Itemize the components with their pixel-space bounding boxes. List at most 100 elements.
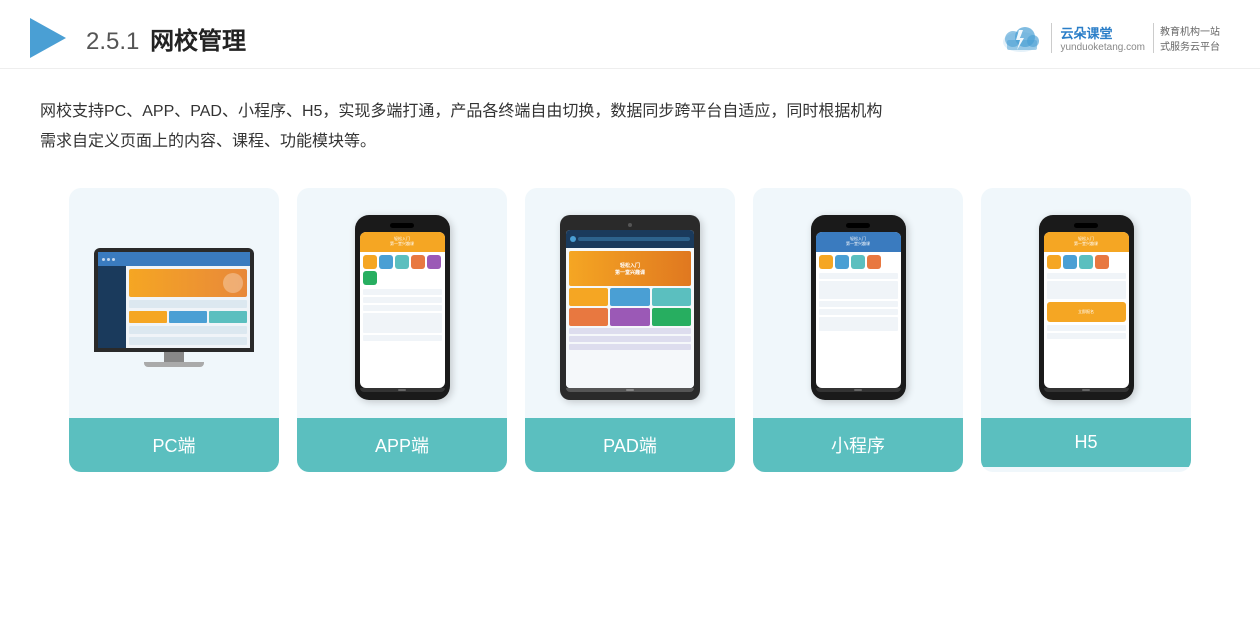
pc-device-area [69, 188, 279, 418]
card-mini-label: 小程序 [753, 418, 963, 472]
desc-line2: 需求自定义页面上的内容、课程、功能模块等。 [40, 133, 376, 150]
brand-slogan: 教育机构一站 式服务云平台 [1153, 23, 1220, 53]
phone-app: 轻松入门第一堂兴趣课 [355, 215, 450, 400]
tablet-grid-6 [652, 308, 691, 326]
phone-notch-h5 [1074, 223, 1098, 228]
phone-banner-text-mini: 轻松入门第一堂兴趣课 [846, 237, 870, 247]
monitor-screen-wrap [94, 248, 254, 352]
tablet-banner: 轻松入门第一堂兴趣课 [569, 251, 691, 286]
pad-device-area: 轻松入门第一堂兴趣课 [525, 188, 735, 418]
pc-monitor [94, 248, 254, 367]
monitor-dot-2 [107, 258, 110, 261]
tablet-topbar [566, 230, 694, 248]
tablet-row-2 [569, 336, 691, 342]
mini-row-2 [819, 281, 898, 299]
h5-device-area: 轻松入门第一堂兴趣课 立即报名 [981, 188, 1191, 418]
tablet-screen: 轻松入门第一堂兴趣课 [566, 230, 694, 388]
brand-slogan-line1: 教育机构一站 [1160, 23, 1220, 38]
phone-topbar-h5: 轻松入门第一堂兴趣课 [1044, 232, 1129, 252]
page-wrapper: 2.5.1 网校管理 云朵课堂 yunduoketang.com [0, 0, 1260, 630]
mini-row-4 [819, 309, 898, 315]
h5-icon-1 [1047, 255, 1061, 269]
monitor-dot-3 [112, 258, 115, 261]
monitor-card-3 [209, 311, 247, 323]
brand-slogan-line2: 式服务云平台 [1160, 38, 1220, 53]
monitor-topbar [98, 252, 250, 266]
brand-url: yunduoketang.com [1060, 42, 1145, 53]
card-app-label: APP端 [297, 418, 507, 472]
phone-icon-1 [363, 255, 377, 269]
page-title: 2.5.1 网校管理 [86, 21, 246, 56]
phone-icon-4 [411, 255, 425, 269]
phone-notch-mini [846, 223, 870, 228]
app-device-area: 轻松入门第一堂兴趣课 [297, 188, 507, 418]
card-h5: 轻松入门第一堂兴趣课 立即报名 [981, 188, 1191, 472]
card-pc: PC端 [69, 188, 279, 472]
header-right: 云朵课堂 yunduoketang.com 教育机构一站 式服务云平台 [999, 20, 1220, 56]
monitor-banner [129, 269, 247, 297]
description-text: 网校支持PC、APP、PAD、小程序、H5，实现多端打通，产品各终端自由切换，数… [40, 97, 1220, 158]
card-h5-label: H5 [981, 418, 1191, 467]
tablet-topbar-line [578, 237, 690, 241]
phone-bottom-mini [816, 388, 901, 392]
tablet-grid-3 [652, 288, 691, 306]
monitor-row-1 [129, 300, 247, 308]
phone-home-h5 [1082, 389, 1090, 391]
tablet-grid [569, 288, 691, 326]
section-num: 2.5.1 [86, 28, 139, 55]
phone-icons-app [360, 252, 445, 288]
phone-h5: 轻松入门第一堂兴趣课 立即报名 [1039, 215, 1134, 400]
monitor-screen-content [98, 252, 250, 348]
phone-row-5 [363, 335, 442, 341]
phone-bottom-app [360, 388, 445, 392]
mini-row-5 [819, 317, 898, 331]
tablet-row-1 [569, 328, 691, 334]
mini-icon-3 [851, 255, 865, 269]
monitor-dot-1 [102, 258, 105, 261]
h5-row-2 [1047, 281, 1126, 299]
phone-screen-h5: 轻松入门第一堂兴趣课 立即报名 [1044, 232, 1129, 388]
monitor-row-2 [129, 326, 247, 334]
tablet-banner-text: 轻松入门第一堂兴趣课 [615, 262, 645, 276]
description-block: 网校支持PC、APP、PAD、小程序、H5，实现多端打通，产品各终端自由切换，数… [0, 69, 1260, 168]
tablet-grid-4 [569, 308, 608, 326]
tablet-content: 轻松入门第一堂兴趣课 [566, 248, 694, 388]
tablet-grid-5 [610, 308, 649, 326]
phone-banner-text-h5: 轻松入门第一堂兴趣课 [1074, 237, 1098, 247]
brand-name: 云朵课堂 [1060, 23, 1145, 42]
phone-mini: 轻松入门第一堂兴趣课 [811, 215, 906, 400]
phone-screen-app: 轻松入门第一堂兴趣课 [360, 232, 445, 388]
tablet-grid-1 [569, 288, 608, 306]
h5-icon-4 [1095, 255, 1109, 269]
desc-line1: 网校支持PC、APP、PAD、小程序、H5，实现多端打通，产品各终端自由切换，数… [40, 103, 882, 120]
monitor-body [98, 266, 250, 348]
tablet-grid-2 [610, 288, 649, 306]
h5-icon-3 [1079, 255, 1093, 269]
brand-logo: 云朵课堂 yunduoketang.com 教育机构一站 式服务云平台 [999, 20, 1220, 56]
header-left: 2.5.1 网校管理 [30, 18, 246, 58]
h5-cta-btn: 立即报名 [1047, 302, 1126, 322]
tablet-cam [628, 223, 632, 227]
phone-body-app: 轻松入门第一堂兴趣课 [355, 215, 450, 400]
monitor-sidebar [98, 266, 126, 348]
logo-triangle-icon [30, 18, 66, 58]
h5-row-1 [1047, 273, 1126, 279]
tablet-bottom-bar [566, 388, 694, 392]
monitor-cards [129, 311, 247, 323]
h5-icon-2 [1063, 255, 1077, 269]
h5-row-3 [1047, 325, 1126, 331]
phone-icon-5 [427, 255, 441, 269]
tablet-body: 轻松入门第一堂兴趣课 [560, 215, 700, 400]
tablet-row-3 [569, 344, 691, 350]
phone-icon-2 [379, 255, 393, 269]
mini-icon-4 [867, 255, 881, 269]
phone-body-mini: 轻松入门第一堂兴趣课 [811, 215, 906, 400]
card-pc-label: PC端 [69, 418, 279, 472]
phone-row-1 [363, 289, 442, 295]
phone-row-3 [363, 305, 442, 311]
phone-topbar-mini: 轻松入门第一堂兴趣课 [816, 232, 901, 252]
phone-banner-text-app: 轻松入门第一堂兴趣课 [390, 237, 414, 247]
monitor-base [144, 362, 204, 367]
monitor-stand [164, 352, 184, 362]
phone-icon-3 [395, 255, 409, 269]
